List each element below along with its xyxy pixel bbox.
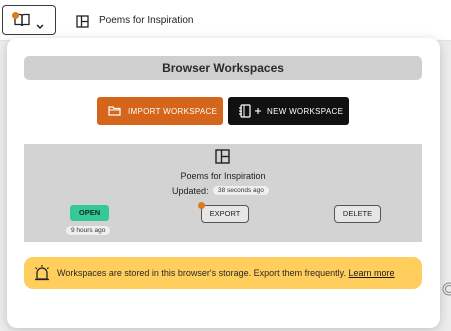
folder-icon bbox=[108, 105, 121, 118]
unsaved-indicator-dot bbox=[12, 12, 19, 19]
workspace-title: Poems for Inspiration bbox=[180, 171, 266, 181]
chevron-down-icon bbox=[36, 17, 44, 35]
delete-workspace-button[interactable]: DELETE bbox=[334, 205, 381, 223]
workspace-menu-toggle[interactable] bbox=[2, 5, 56, 35]
new-workspace-button[interactable]: NEW WORKSPACE bbox=[228, 97, 349, 125]
target-icon bbox=[439, 282, 451, 301]
active-workspace-title[interactable]: Poems for Inspiration bbox=[99, 15, 194, 26]
updated-time-badge: 38 seconds ago bbox=[213, 186, 269, 195]
storage-notice-text: Workspaces are stored in this browser's … bbox=[57, 268, 347, 278]
new-workspace-label: NEW WORKSPACE bbox=[267, 107, 344, 116]
storage-notice: Workspaces are stored in this browser's … bbox=[24, 257, 422, 289]
updated-label: Updated: bbox=[172, 186, 209, 196]
layout-panels-icon[interactable] bbox=[76, 15, 89, 33]
open-workspace-button[interactable]: OPEN bbox=[70, 205, 109, 221]
import-workspace-label: IMPORT WORKSPACE bbox=[128, 107, 218, 116]
notebook-plus-icon bbox=[238, 104, 264, 120]
workspace-card: Poems for Inspiration Updated: 38 second… bbox=[24, 144, 422, 242]
top-bar: Poems for Inspiration bbox=[0, 0, 451, 41]
panel-title: Browser Workspaces bbox=[24, 56, 422, 80]
layout-panels-icon bbox=[215, 149, 230, 169]
export-indicator-dot bbox=[198, 202, 205, 209]
workspaces-panel: Browser Workspaces IMPORT WORKSPACE NEW … bbox=[7, 38, 440, 328]
alarm-alert-icon bbox=[33, 264, 51, 284]
opened-time-badge: 9 hours ago bbox=[66, 226, 111, 235]
import-workspace-button[interactable]: IMPORT WORKSPACE bbox=[97, 97, 223, 125]
export-workspace-button[interactable]: EXPORT bbox=[201, 205, 249, 223]
learn-more-link[interactable]: Learn more bbox=[349, 268, 395, 278]
